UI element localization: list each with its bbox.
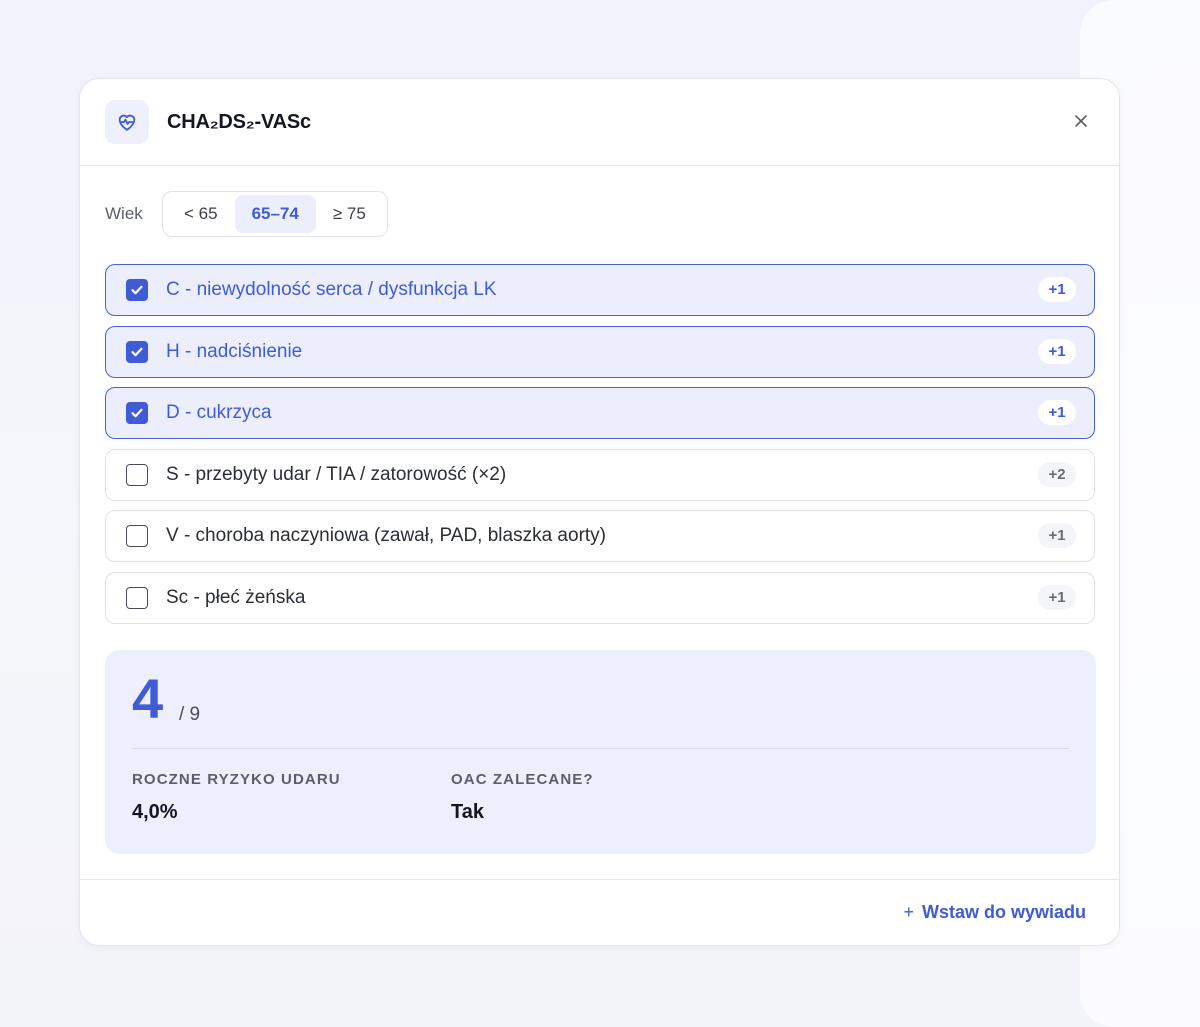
age-option-75-plus[interactable]: ≥ 75 bbox=[316, 195, 383, 233]
age-selector-row: Wiek < 65 65–74 ≥ 75 bbox=[105, 190, 388, 238]
annual-stroke-risk-value: 4,0% bbox=[132, 801, 178, 823]
heart-pulse-icon bbox=[105, 100, 149, 144]
age-segmented-control: < 65 65–74 ≥ 75 bbox=[162, 191, 388, 237]
criterion-h-hypertension[interactable]: H - nadciśnienie +1 bbox=[105, 325, 1095, 378]
checkbox-unchecked[interactable] bbox=[126, 586, 148, 609]
calculator-modal: CHA₂DS₂-VASc Wiek < 65 65–74 ≥ 75 C - ni… bbox=[79, 78, 1120, 946]
criterion-label: Sc - płeć żeńska bbox=[166, 586, 306, 608]
check-icon bbox=[131, 285, 143, 295]
modal-title: CHA₂DS₂-VASc bbox=[167, 111, 311, 133]
criterion-label: S - przebyty udar / TIA / zatorowość (×2… bbox=[166, 463, 507, 485]
age-option-65-74[interactable]: 65–74 bbox=[234, 195, 316, 233]
criterion-v-vascular[interactable]: V - choroba naczyniowa (zawał, PAD, blas… bbox=[105, 510, 1095, 562]
criterion-d-diabetes[interactable]: D - cukrzyca +1 bbox=[105, 387, 1095, 439]
insert-to-history-button[interactable]: + Wstaw do wywiadu bbox=[903, 902, 1086, 923]
oac-recommended-label: OAC ZALECANE? bbox=[451, 771, 594, 788]
points-badge: +1 bbox=[1038, 338, 1076, 364]
divider bbox=[132, 748, 1069, 749]
criteria-list: C - niewydolność serca / dysfunkcja LK +… bbox=[105, 264, 1095, 633]
check-icon bbox=[131, 347, 143, 356]
close-icon bbox=[1075, 115, 1087, 127]
score-value: 4 bbox=[132, 667, 164, 730]
checkbox-checked[interactable] bbox=[126, 279, 148, 301]
annual-stroke-risk-label: ROCZNE RYZYKO UDARU bbox=[132, 771, 341, 788]
criterion-c-heart-failure[interactable]: C - niewydolność serca / dysfunkcja LK +… bbox=[105, 264, 1095, 316]
oac-recommended-value: Tak bbox=[451, 801, 484, 823]
checkbox-unchecked[interactable] bbox=[126, 463, 148, 486]
points-badge: +1 bbox=[1038, 277, 1076, 302]
score-max: / 9 bbox=[179, 704, 201, 725]
checkbox-unchecked[interactable] bbox=[126, 525, 148, 547]
criterion-label: V - choroba naczyniowa (zawał, PAD, blas… bbox=[166, 525, 606, 546]
modal-header: CHA₂DS₂-VASc bbox=[80, 79, 1119, 166]
check-icon bbox=[131, 408, 143, 418]
result-panel: 4 / 9 ROCZNE RYZYKO UDARU 4,0% OAC ZALEC… bbox=[105, 650, 1096, 854]
points-badge: +1 bbox=[1038, 400, 1076, 425]
criterion-s-stroke[interactable]: S - przebyty udar / TIA / zatorowość (×2… bbox=[105, 448, 1095, 501]
criterion-label: H - nadciśnienie bbox=[166, 340, 303, 362]
checkbox-checked[interactable] bbox=[126, 340, 148, 363]
checkbox-checked[interactable] bbox=[126, 402, 148, 424]
points-badge: +1 bbox=[1038, 584, 1076, 610]
modal-footer: + Wstaw do wywiadu bbox=[80, 879, 1119, 945]
insert-label: Wstaw do wywiadu bbox=[921, 902, 1086, 922]
close-button[interactable] bbox=[1069, 109, 1093, 133]
plus-icon: + bbox=[903, 902, 914, 922]
criterion-label: C - niewydolność serca / dysfunkcja LK bbox=[166, 279, 497, 300]
points-badge: +1 bbox=[1038, 523, 1076, 548]
criterion-sc-female[interactable]: Sc - płeć żeńska +1 bbox=[105, 571, 1095, 624]
age-option-under-65[interactable]: < 65 bbox=[167, 195, 235, 233]
age-label: Wiek bbox=[105, 204, 143, 223]
criterion-label: D - cukrzyca bbox=[166, 402, 272, 423]
points-badge: +2 bbox=[1038, 461, 1076, 487]
